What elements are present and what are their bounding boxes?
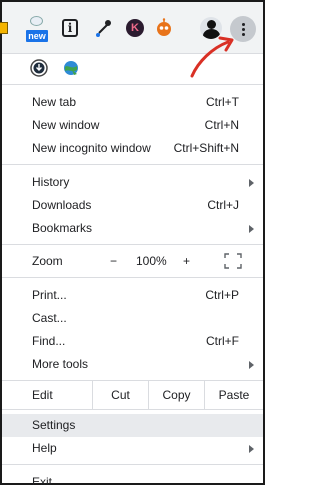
menu-item-shortcut: Ctrl+N [204, 118, 239, 132]
bubble-icon [30, 16, 43, 26]
menu-item-label: New window [32, 118, 100, 132]
menu-item-new-window[interactable]: New window Ctrl+N [2, 114, 263, 137]
chrome-menu: New tab Ctrl+T New window Ctrl+N New inc… [2, 54, 263, 485]
k-extension-icon[interactable]: K [125, 18, 145, 38]
zoom-level: 100% [136, 254, 167, 268]
menu-item-exit[interactable]: Exit [2, 471, 263, 485]
extension-yellow-icon[interactable] [0, 22, 8, 34]
submenu-arrow-icon [249, 361, 254, 369]
menu-item-label: Settings [32, 418, 76, 432]
menu-item-downloads[interactable]: Downloads Ctrl+J [2, 194, 263, 217]
new-badge: new [26, 30, 48, 42]
robot-extension-icon[interactable] [154, 18, 174, 38]
menu-item-shortcut: Ctrl+F [206, 334, 239, 348]
menu-item-label: New tab [32, 95, 77, 109]
menu-item-label: New incognito window [32, 141, 151, 155]
menu-item-shortcut: Ctrl+T [206, 95, 239, 109]
menu-item-label: Find... [32, 334, 66, 348]
download-icon[interactable] [30, 59, 48, 77]
menu-item-history[interactable]: History [2, 171, 263, 194]
paste-button[interactable]: Paste [204, 381, 263, 409]
browser-toolbar: new i K [0, 2, 263, 54]
menu-item-settings[interactable]: Settings [2, 414, 263, 437]
edit-row: Edit Cut Copy Paste [2, 381, 263, 409]
menu-item-print[interactable]: Print... Ctrl+P [2, 284, 263, 307]
menu-item-new-tab[interactable]: New tab Ctrl+T [2, 91, 263, 114]
new-extension-icon[interactable]: new [26, 16, 48, 42]
menu-item-label: Bookmarks [32, 221, 93, 235]
menu-item-label: Downloads [32, 198, 92, 212]
menu-item-help[interactable]: Help [2, 437, 263, 460]
profile-avatar[interactable] [200, 17, 222, 39]
menu-item-label: Print... [32, 288, 67, 302]
menu-item-label: Cast... [32, 311, 67, 325]
menu-item-shortcut: Ctrl+P [205, 288, 239, 302]
more-menu-icon[interactable] [230, 16, 256, 42]
info-extension-icon[interactable]: i [60, 18, 80, 38]
eyedropper-extension-icon[interactable] [94, 18, 114, 38]
zoom-row: Zoom − 100% + [2, 245, 263, 277]
submenu-arrow-icon [249, 179, 254, 187]
zoom-label: Zoom [32, 254, 63, 268]
fullscreen-icon[interactable] [224, 253, 242, 269]
submenu-arrow-icon [249, 445, 254, 453]
menu-item-more-tools[interactable]: More tools [2, 353, 263, 376]
info-glyph: i [62, 19, 78, 37]
submenu-arrow-icon [249, 225, 254, 233]
menu-item-cast[interactable]: Cast... [2, 307, 263, 330]
menu-item-label: History [32, 175, 70, 189]
menu-item-label: Exit [32, 475, 53, 485]
k-glyph: K [126, 19, 144, 37]
zoom-out-button[interactable]: − [110, 245, 117, 277]
copy-button[interactable]: Copy [148, 381, 204, 409]
menu-item-find[interactable]: Find... Ctrl+F [2, 330, 263, 353]
zoom-in-button[interactable]: + [183, 245, 190, 277]
menu-item-bookmarks[interactable]: Bookmarks [2, 217, 263, 240]
menu-item-new-incognito-window[interactable]: New incognito window Ctrl+Shift+N [2, 137, 263, 160]
menu-item-shortcut: Ctrl+J [207, 198, 239, 212]
menu-item-label: More tools [32, 357, 89, 371]
menu-item-shortcut: Ctrl+Shift+N [173, 141, 239, 155]
globe-icon[interactable] [62, 59, 80, 77]
menu-item-label: Help [32, 441, 57, 455]
cut-button[interactable]: Cut [92, 381, 148, 409]
menu-extension-row [2, 54, 263, 84]
edit-label: Edit [32, 388, 53, 402]
